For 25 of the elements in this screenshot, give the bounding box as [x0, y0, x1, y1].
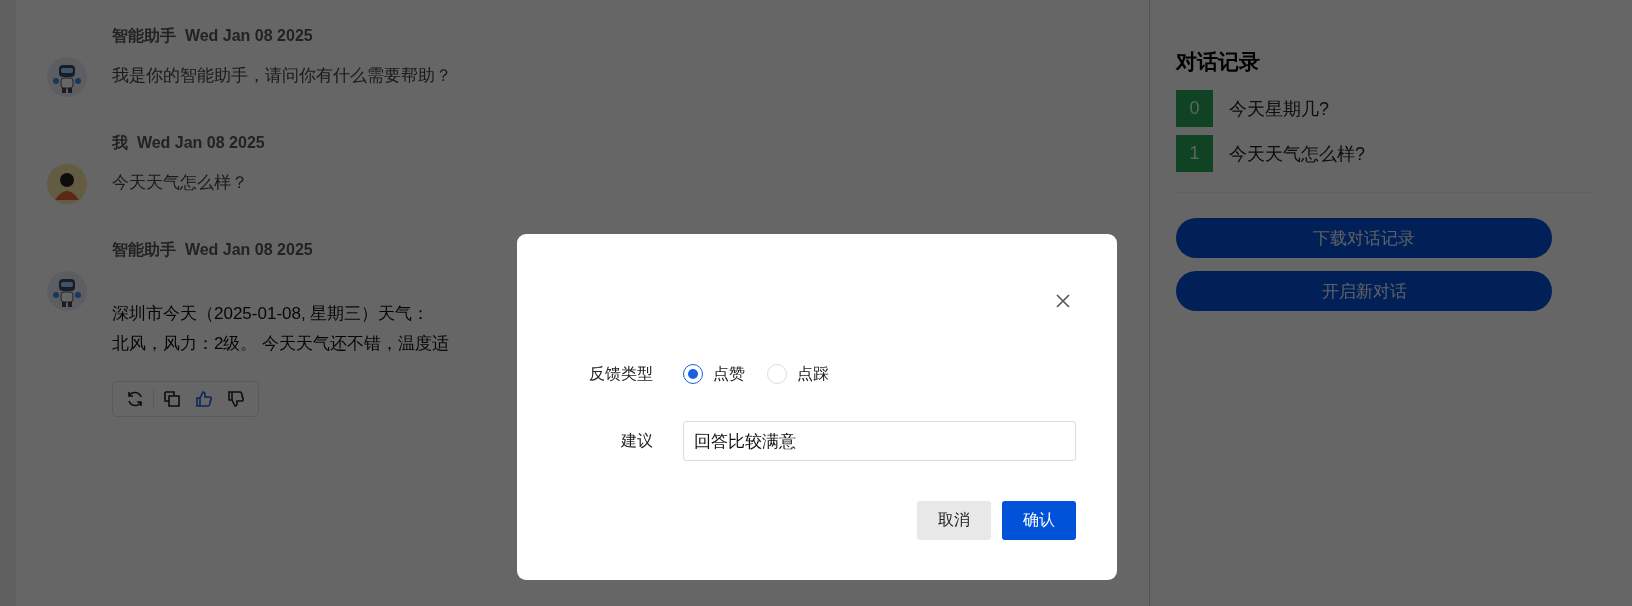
close-icon[interactable]	[1056, 294, 1070, 308]
field-label: 建议	[620, 430, 653, 451]
message-header: 我 Wed Jan 08 2025	[111, 133, 266, 153]
user-avatar-icon	[47, 164, 87, 204]
message-header: 智能助手 Wed Jan 08 2025	[111, 240, 314, 260]
message-text: 我是你的智能助手，请问你有什么需要帮助？	[112, 65, 452, 87]
confirm-button[interactable]: 确认	[1002, 501, 1076, 540]
index-badge: 1	[1176, 135, 1213, 172]
message-header: 智能助手 Wed Jan 08 2025	[111, 26, 314, 46]
sidebar-title: 对话记录	[1176, 49, 1261, 75]
radio-option[interactable]: 点赞	[683, 363, 745, 385]
history-item[interactable]: 1 今天天气怎么样?	[1176, 135, 1592, 172]
radio-option[interactable]: 点踩	[767, 363, 829, 385]
cancel-button[interactable]: 取消	[917, 501, 991, 540]
robot-avatar-icon	[47, 57, 87, 97]
message-text: 北风，风力：2级。 今天天气还不错，温度适	[112, 333, 450, 355]
message-text: 深圳市今天（2025-01-08, 星期三）天气：	[112, 303, 431, 325]
history-label: 今天天气怎么样?	[1229, 142, 1365, 166]
index-badge: 0	[1176, 90, 1213, 127]
history-label: 今天星期几?	[1229, 97, 1329, 121]
suggestion-field[interactable]: 回答比较满意	[683, 421, 1076, 461]
robot-avatar-icon	[47, 271, 87, 311]
message-text: 今天天气怎么样？	[112, 172, 248, 194]
field-label: 反馈类型	[588, 363, 653, 384]
history-item[interactable]: 0 今天星期几?	[1176, 90, 1592, 127]
